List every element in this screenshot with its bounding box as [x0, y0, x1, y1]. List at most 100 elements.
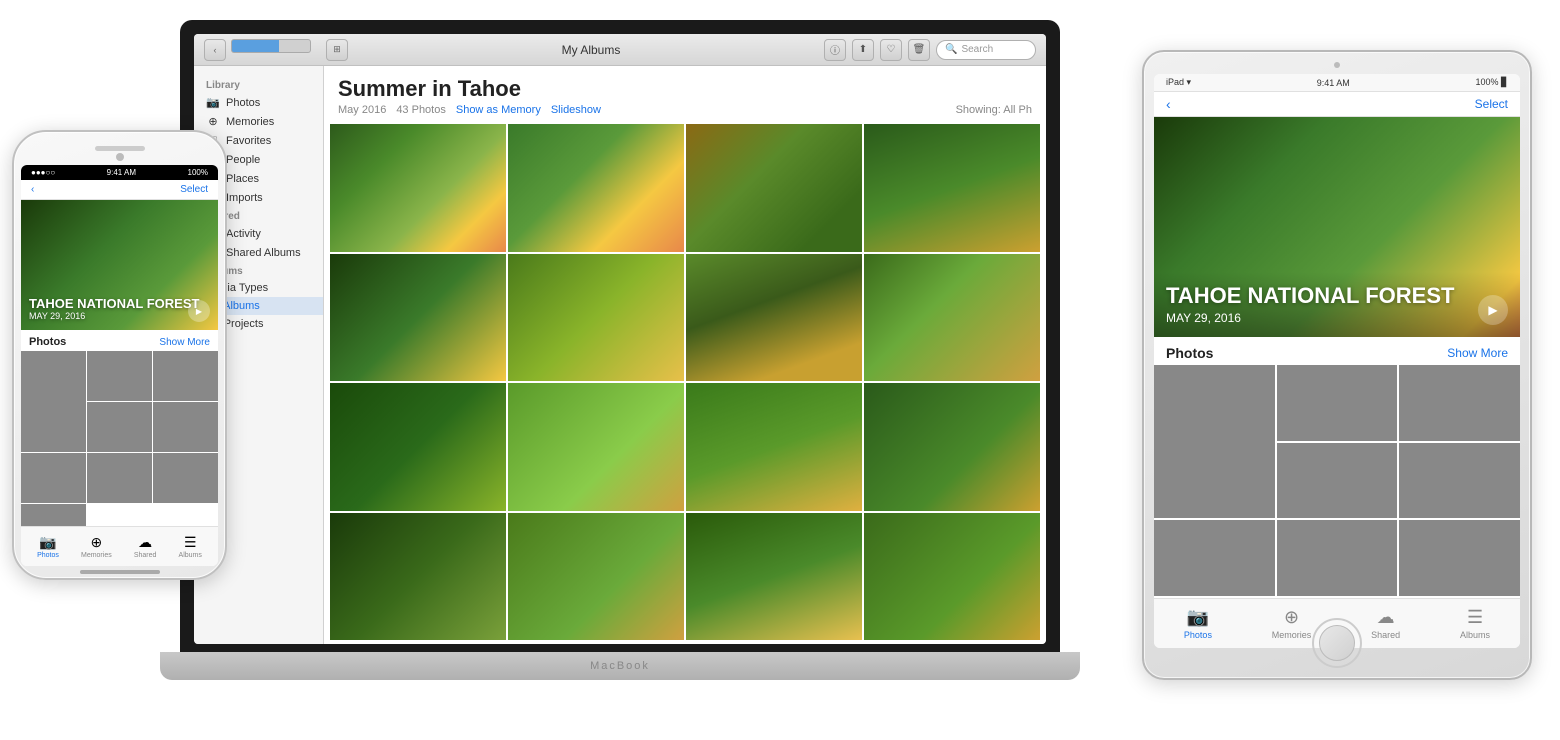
- ipad-screen: iPad ▾ 9:41 AM 100% ▊ ‹ Select TAHOE NAT…: [1154, 74, 1520, 648]
- mac-progress-bar: [231, 39, 311, 53]
- photo-cell-13[interactable]: [330, 513, 506, 641]
- iphone-photo-7[interactable]: [87, 453, 152, 503]
- photo-cell-5[interactable]: [330, 254, 506, 382]
- photo-cell-12[interactable]: [864, 383, 1040, 511]
- iphone-photo-9[interactable]: [21, 504, 86, 526]
- iphone-signal: ●●●○○: [31, 168, 55, 177]
- ipad-photo-7[interactable]: [1277, 520, 1398, 596]
- ipad-memory-hero[interactable]: TAHOE NATIONAL FOREST MAY 29, 2016 ▶: [1154, 117, 1520, 337]
- ipad-battery: 100% ▊: [1476, 77, 1508, 88]
- iphone-photo-grid: [21, 351, 218, 526]
- mac-info-button[interactable]: ⓘ: [824, 39, 846, 61]
- show-as-memory-link[interactable]: Show as Memory: [456, 104, 541, 116]
- iphone-photo-5[interactable]: [153, 402, 218, 452]
- iphone-camera: [116, 153, 124, 161]
- mac-toolbar-right: ⓘ ⬆ ♡ 🗑 🔍 Search: [824, 39, 1036, 61]
- mac-back-button[interactable]: ‹: [204, 39, 226, 61]
- photo-cell-10[interactable]: [508, 383, 684, 511]
- iphone-tab-memories[interactable]: ⊕ Memories: [81, 534, 112, 559]
- ipad-tab-albums[interactable]: ☰ Albums: [1460, 607, 1490, 640]
- iphone-photo-2[interactable]: [87, 351, 152, 401]
- ipad-select-button[interactable]: Select: [1475, 97, 1508, 111]
- iphone-tab-shared[interactable]: ☁ Shared: [134, 534, 157, 559]
- mac-delete-button[interactable]: 🗑: [908, 39, 930, 61]
- mac-app-content: Library 📷 Photos ⊕ Memories ♡ Favorites: [194, 66, 1046, 644]
- iphone-play-button[interactable]: ▶: [188, 300, 210, 322]
- photo-cell-16[interactable]: [864, 513, 1040, 641]
- ipad-photo-grid: [1154, 365, 1520, 598]
- slideshow-link[interactable]: Slideshow: [551, 104, 601, 116]
- iphone-select-button[interactable]: Select: [180, 184, 208, 195]
- macbook-screen-outer: ‹ ⊞ My Albums ⓘ ⬆ ♡ 🗑 🔍 Search: [180, 20, 1060, 652]
- ipad-tab-memories[interactable]: ⊕ Memories: [1272, 607, 1312, 640]
- ipad-status-bar: iPad ▾ 9:41 AM 100% ▊: [1154, 74, 1520, 92]
- iphone-photos-label: Photos: [29, 336, 66, 348]
- iphone-tab-albums[interactable]: ☰ Albums: [179, 534, 202, 559]
- photo-cell-1[interactable]: [330, 124, 506, 252]
- iphone-speaker: [95, 146, 145, 151]
- photo-cell-14[interactable]: [508, 513, 684, 641]
- mac-search-field[interactable]: 🔍 Search: [936, 40, 1036, 60]
- mac-heart-button[interactable]: ♡: [880, 39, 902, 61]
- ipad-photo-5[interactable]: [1399, 443, 1520, 519]
- ipad-tab-photos[interactable]: 📷 Photos: [1184, 607, 1212, 640]
- iphone-photo-1[interactable]: [21, 351, 86, 452]
- sidebar-item-photos[interactable]: 📷 Photos: [194, 93, 323, 112]
- iphone-show-more-link[interactable]: Show More: [159, 337, 210, 348]
- ipad-tab-shared[interactable]: ☁ Shared: [1371, 607, 1400, 640]
- iphone-photo-6[interactable]: [21, 453, 86, 503]
- iphone-shared-tab-label: Shared: [134, 552, 157, 559]
- ipad-photo-4[interactable]: [1277, 443, 1398, 519]
- macbook-base: MacBook: [160, 652, 1080, 680]
- mac-titlebar: ‹ ⊞ My Albums ⓘ ⬆ ♡ 🗑 🔍 Search: [194, 34, 1046, 66]
- photo-cell-8[interactable]: [864, 254, 1040, 382]
- album-photo-count: 43 Photos: [396, 104, 446, 116]
- ipad-shell: iPad ▾ 9:41 AM 100% ▊ ‹ Select TAHOE NAT…: [1142, 50, 1532, 680]
- iphone-memory-hero[interactable]: TAHOE NATIONAL FOREST MAY 29, 2016 ▶: [21, 200, 218, 330]
- iphone-tab-photos[interactable]: 📷 Photos: [37, 534, 59, 559]
- iphone-back-button[interactable]: ‹: [31, 184, 34, 195]
- iphone-device: ●●●○○ 9:41 AM 100% ‹ Select TAHOE NATION…: [12, 130, 227, 580]
- ipad-show-more-link[interactable]: Show More: [1447, 346, 1508, 360]
- ipad-home-button[interactable]: [1312, 618, 1362, 668]
- ipad-photo-2[interactable]: [1277, 365, 1398, 441]
- iphone-photo-4[interactable]: [87, 402, 152, 452]
- iphone-status-bar: ●●●○○ 9:41 AM 100%: [21, 165, 218, 180]
- photo-cell-7[interactable]: [686, 254, 862, 382]
- ipad-shared-tab-label: Shared: [1371, 630, 1400, 640]
- ipad-photo-1[interactable]: [1154, 365, 1275, 518]
- photo-cell-15[interactable]: [686, 513, 862, 641]
- mac-share-button[interactable]: ⬆: [852, 39, 874, 61]
- macbook-label: MacBook: [160, 652, 1080, 680]
- photo-cell-11[interactable]: [686, 383, 862, 511]
- mac-main-content: Summer in Tahoe May 2016 43 Photos Show …: [324, 66, 1046, 644]
- sidebar-memories-label: Memories: [226, 116, 274, 128]
- ipad-photo-8[interactable]: [1399, 520, 1520, 596]
- mac-grid-button[interactable]: ⊞: [326, 39, 348, 61]
- photo-cell-3[interactable]: [686, 124, 862, 252]
- sidebar-activity-label: Activity: [226, 228, 261, 240]
- ipad-photo-6[interactable]: [1154, 520, 1275, 596]
- ipad-play-button[interactable]: ▶: [1478, 295, 1508, 325]
- iphone-home-indicator: [80, 570, 160, 574]
- photo-cell-2[interactable]: [508, 124, 684, 252]
- photo-cell-4[interactable]: [864, 124, 1040, 252]
- scene: ‹ ⊞ My Albums ⓘ ⬆ ♡ 🗑 🔍 Search: [0, 0, 1560, 740]
- search-placeholder: Search: [961, 44, 993, 55]
- iphone-photo-3[interactable]: [153, 351, 218, 401]
- photos-icon: 📷: [206, 96, 220, 109]
- album-month-year: May 2016: [338, 104, 386, 116]
- ipad-home-button-inner: [1319, 625, 1355, 661]
- photo-cell-9[interactable]: [330, 383, 506, 511]
- sidebar-people-label: People: [226, 154, 260, 166]
- ipad-memory-date: MAY 29, 2016: [1166, 311, 1508, 325]
- ipad-memories-tab-icon: ⊕: [1284, 607, 1299, 628]
- sidebar-places-label: Places: [226, 173, 259, 185]
- photo-cell-6[interactable]: [508, 254, 684, 382]
- iphone-time: 9:41 AM: [107, 168, 136, 177]
- sidebar-item-memories[interactable]: ⊕ Memories: [194, 112, 323, 131]
- iphone-photo-8[interactable]: [153, 453, 218, 503]
- iphone-memory-date: MAY 29, 2016: [29, 311, 199, 322]
- ipad-back-button[interactable]: ‹: [1166, 96, 1171, 112]
- ipad-photo-3[interactable]: [1399, 365, 1520, 441]
